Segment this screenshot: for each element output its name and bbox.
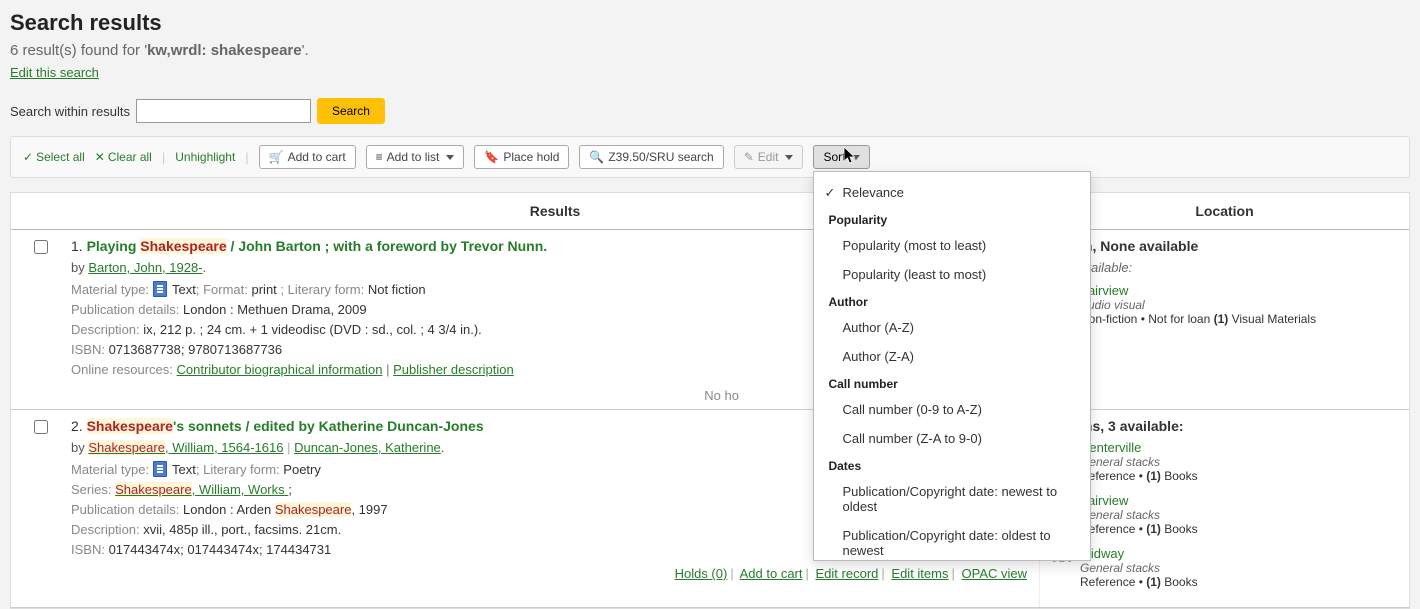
sort-pub-new[interactable]: Publication/Copyright date: newest to ol… (814, 477, 1090, 521)
location-detail: Reference • (1) Books (1080, 522, 1198, 536)
author-link[interactable]: Shakespeare, William, 1564-1616 (88, 440, 283, 455)
add-to-list-button[interactable]: ≡Add to list (366, 145, 465, 169)
list-icon: ≡ (376, 150, 383, 164)
text-material-icon (153, 281, 167, 297)
edit-search-link[interactable]: Edit this search (10, 65, 99, 80)
sort-call-09[interactable]: Call number (0-9 to A-Z) (814, 395, 1090, 424)
result-actions: Holds (0)| Add to cart| Edit record| Edi… (71, 562, 1027, 581)
sort-dropdown: Relevance Popularity Popularity (most to… (813, 171, 1091, 561)
location-item: Midway General stacks Reference • (1) Bo… (1052, 546, 1397, 589)
search-icon: 🔍 (589, 150, 604, 164)
location-detail: Non-fiction • Not for loan (1) Visual Ma… (1080, 312, 1316, 326)
shelf-text: General stacks (1080, 508, 1198, 522)
select-all-link[interactable]: ✓ Select all (23, 150, 85, 164)
chevron-down-icon (785, 155, 793, 160)
sort-relevance[interactable]: Relevance (814, 178, 1090, 207)
location-summary: 1 item, None available (1052, 238, 1397, 254)
series-link[interactable]: Shakespeare, William, Works (115, 482, 288, 497)
column-location-header: Location (1039, 193, 1409, 229)
library-link[interactable]: Fairview (1080, 283, 1316, 298)
location-detail: Reference • (1) Books (1080, 575, 1198, 589)
edit-record-link[interactable]: Edit record (816, 566, 879, 581)
shelf-text: General stacks (1080, 561, 1198, 575)
cart-icon: 🛒 (269, 150, 284, 164)
chevron-down-icon (852, 155, 860, 160)
location-item: Fairview General stacks Reference • (1) … (1052, 493, 1397, 536)
z3950-button[interactable]: 🔍Z39.50/SRU search (579, 145, 723, 169)
online-resource-link[interactable]: Publisher description (393, 362, 514, 377)
edit-button[interactable]: ✎Edit (734, 145, 804, 169)
separator: | (245, 150, 248, 165)
result-row: 1. Playing Shakespeare / John Barton ; w… (11, 230, 1409, 410)
sort-call-header: Call number (814, 371, 1090, 395)
sort-author-az[interactable]: Author (A-Z) (814, 313, 1090, 342)
sort-dates-header: Dates (814, 453, 1090, 477)
online-resource-link[interactable]: Contributor biographical information (177, 362, 383, 377)
location-item: Centerville General stacks Reference • (… (1052, 440, 1397, 483)
page-title: Search results (10, 10, 1410, 36)
edit-items-link[interactable]: Edit items (891, 566, 948, 581)
search-within-button[interactable]: Search (317, 98, 385, 124)
text-material-icon (153, 461, 167, 477)
sort-call-za[interactable]: Call number (Z-A to 9-0) (814, 424, 1090, 453)
result-checkbox[interactable] (34, 240, 48, 254)
place-hold-button[interactable]: 🔖Place hold (474, 145, 569, 169)
author-link[interactable]: Barton, John, 1928- (88, 260, 202, 275)
sort-pop-least[interactable]: Popularity (least to most) (814, 260, 1090, 289)
opac-view-link[interactable]: OPAC view (962, 566, 1028, 581)
chevron-down-icon (446, 155, 454, 160)
sort-author-za[interactable]: Author (Z-A) (814, 342, 1090, 371)
clear-all-link[interactable]: ✕ Clear all (95, 150, 152, 164)
sort-button[interactable]: Sort (813, 145, 870, 169)
add-to-cart-link[interactable]: Add to cart (740, 566, 803, 581)
results-toolbar: ✓ Select all ✕ Clear all | Unhighlight |… (10, 136, 1410, 178)
sort-pub-old[interactable]: Publication/Copyright date: oldest to ne… (814, 521, 1090, 561)
sort-pop-most[interactable]: Popularity (most to least) (814, 231, 1090, 260)
unhighlight-link[interactable]: Unhighlight (175, 150, 235, 164)
location-detail: Reference • (1) Books (1080, 469, 1198, 483)
library-link[interactable]: Centerville (1080, 440, 1198, 455)
add-to-cart-button[interactable]: 🛒Add to cart (259, 145, 356, 169)
pencil-icon: ✎ (744, 150, 754, 164)
library-link[interactable]: Midway (1080, 546, 1198, 561)
location-item: Fairview Audio visual Non-fiction • Not … (1052, 283, 1397, 326)
author-link[interactable]: Duncan-Jones, Katherine (294, 440, 441, 455)
separator: | (162, 150, 165, 165)
sort-popularity-header: Popularity (814, 207, 1090, 231)
sort-author-header: Author (814, 289, 1090, 313)
result-checkbox[interactable] (34, 420, 48, 434)
bookmark-icon: 🔖 (484, 150, 499, 164)
no-holds-text: No ho (704, 388, 739, 403)
shelf-text: Audio visual (1080, 298, 1316, 312)
result-row: 2. Shakespeare's sonnets / edited by Kat… (11, 410, 1409, 608)
location-summary: 3 items, 3 available: (1052, 418, 1397, 434)
holds-link[interactable]: Holds (0) (675, 566, 728, 581)
search-within-label: Search within results (10, 104, 130, 119)
shelf-text: General stacks (1080, 455, 1198, 469)
library-link[interactable]: Fairview (1080, 493, 1198, 508)
location-unavailable: 1 unavailable: (1052, 260, 1397, 275)
search-within-input[interactable] (136, 99, 311, 123)
results-count: 6 result(s) found for 'kw,wrdl: shakespe… (10, 42, 1410, 59)
